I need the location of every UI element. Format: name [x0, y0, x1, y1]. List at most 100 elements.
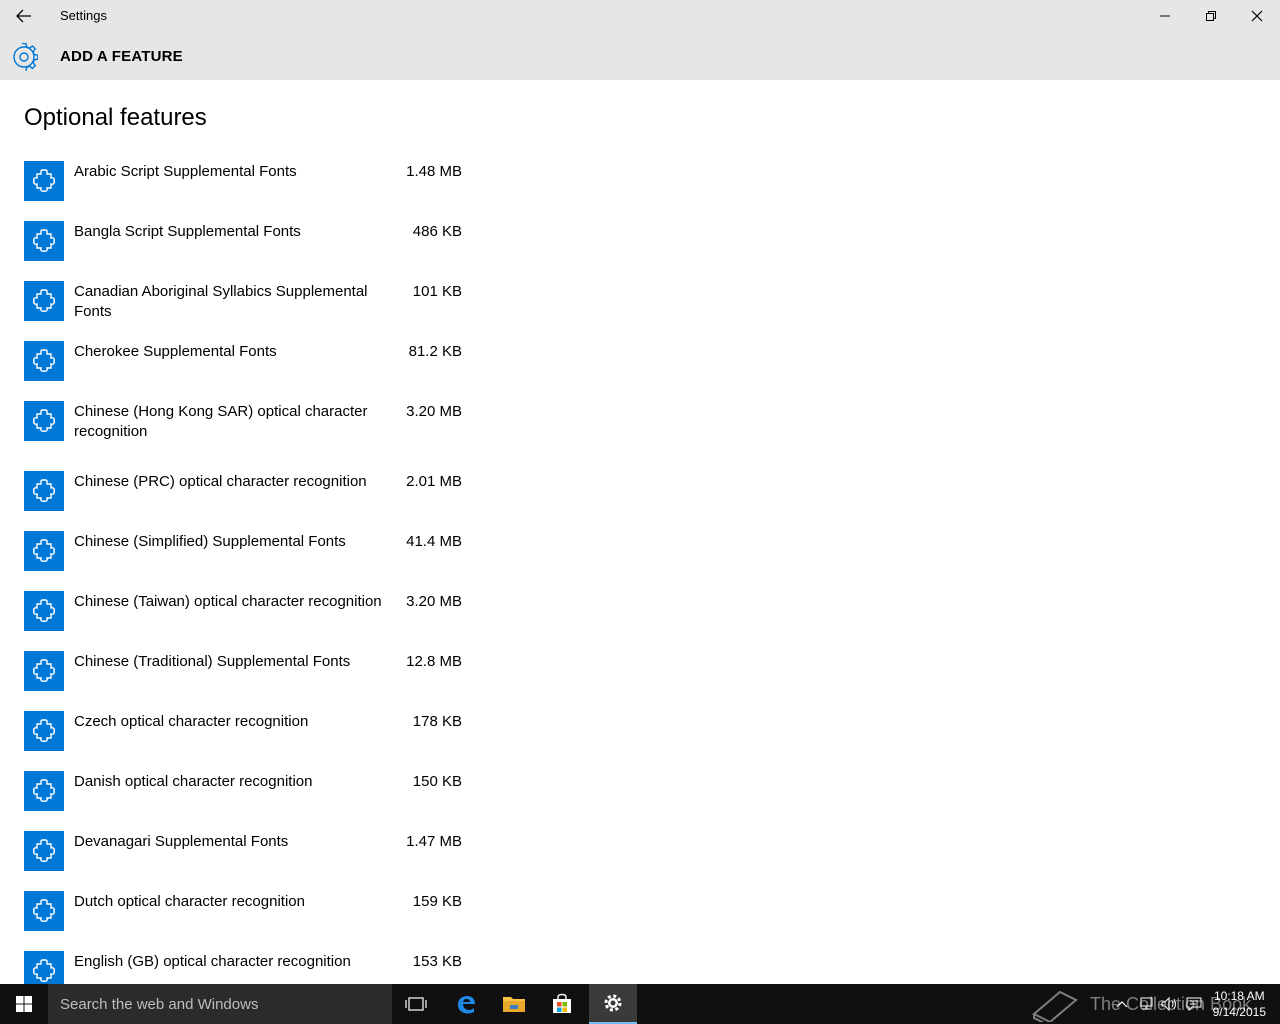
feature-name: Chinese (Taiwan) optical character recog… [74, 593, 382, 610]
task-view-icon [405, 997, 427, 1011]
main-content: Optional features Arabic Script Suppleme… [0, 80, 1280, 984]
feature-name: Devanagari Supplemental Fonts [74, 833, 289, 850]
window-title: Settings [60, 8, 107, 23]
feature-icon [24, 591, 64, 631]
page-header: ADD A FEATURE [0, 32, 1280, 80]
feature-row[interactable]: Arabic Script Supplemental Fonts 1.48 MB [24, 161, 464, 221]
feature-size: 150 KB [412, 773, 462, 790]
feature-name: Chinese (Simplified) Supplemental Fonts [74, 533, 346, 550]
puzzle-icon [33, 539, 55, 562]
puzzle-icon [33, 899, 55, 922]
network-icon [1140, 997, 1153, 1010]
feature-icon [24, 341, 64, 381]
feature-size: 486 KB [412, 223, 462, 240]
restore-icon [1206, 11, 1216, 21]
windows-logo-icon [16, 996, 32, 1012]
feature-name: Chinese (Traditional) Supplemental Fonts [74, 653, 351, 670]
feature-row[interactable]: Dutch optical character recognition 159 K… [24, 891, 464, 951]
puzzle-icon [33, 479, 55, 502]
feature-size: 101 KB [412, 283, 462, 300]
taskbar: The Collection Book 10:18 AM 9/14/2015 [0, 984, 1280, 1024]
puzzle-icon [33, 229, 55, 252]
feature-size: 1.48 MB [406, 163, 462, 180]
gear-icon [13, 43, 38, 71]
puzzle-icon [33, 289, 55, 312]
feature-row[interactable]: Chinese (Hong Kong SAR) optical characte… [24, 401, 464, 471]
feature-name: Chinese (Hong Kong SAR) optical characte… [74, 403, 368, 440]
feature-size: 3.20 MB [406, 403, 462, 420]
back-button[interactable] [8, 4, 40, 28]
feature-name: Arabic Script Supplemental Fonts [74, 163, 297, 180]
file-explorer-button[interactable] [490, 984, 538, 1024]
speaker-icon [1161, 997, 1176, 1011]
feature-row[interactable]: English (GB) optical character recogniti… [24, 951, 464, 984]
feature-row[interactable]: Czech optical character recognition 178 K… [24, 711, 464, 771]
title-bar: Settings [0, 0, 1280, 32]
feature-row[interactable]: Chinese (Taiwan) optical character recog… [24, 591, 464, 651]
feature-name: Chinese (PRC) optical character recognit… [74, 473, 367, 490]
store-button[interactable] [538, 984, 586, 1024]
feature-icon [24, 771, 64, 811]
puzzle-icon [33, 599, 55, 622]
feature-name: Canadian Aboriginal Syllabics Supplement… [74, 283, 368, 320]
puzzle-icon [33, 959, 55, 982]
feature-icon [24, 951, 64, 984]
feature-list: Arabic Script Supplemental Fonts 1.48 MB B… [24, 161, 464, 984]
feature-row[interactable]: Danish optical character recognition 150 … [24, 771, 464, 831]
restore-button[interactable] [1188, 0, 1234, 32]
feature-size: 159 KB [412, 893, 462, 910]
feature-row[interactable]: Chinese (Simplified) Supplemental Fonts 4… [24, 531, 464, 591]
feature-icon [24, 281, 64, 321]
feature-row[interactable]: Canadian Aboriginal Syllabics Supplement… [24, 281, 464, 341]
feature-size: 1.47 MB [406, 833, 462, 850]
puzzle-icon [33, 349, 55, 372]
feature-row[interactable]: Cherokee Supplemental Fonts 81.2 KB [24, 341, 464, 401]
feature-name: Czech optical character recognition [74, 713, 309, 730]
taskbar-search[interactable] [48, 984, 392, 1024]
feature-name: English (GB) optical character recogniti… [74, 953, 351, 970]
task-view-button[interactable] [392, 984, 440, 1024]
feature-row[interactable]: Bangla Script Supplemental Fonts 486 KB [24, 221, 464, 281]
start-button[interactable] [0, 984, 48, 1024]
feature-name: Cherokee Supplemental Fonts [74, 343, 277, 360]
feature-icon [24, 401, 64, 441]
page-header-title: ADD A FEATURE [60, 48, 183, 65]
notification-icon [1186, 997, 1202, 1011]
edge-button[interactable] [442, 984, 490, 1024]
puzzle-icon [33, 169, 55, 192]
puzzle-icon [33, 409, 55, 432]
feature-name: Danish optical character recognition [74, 773, 313, 790]
feature-size: 12.8 MB [406, 653, 462, 670]
feature-icon [24, 831, 64, 871]
feature-row[interactable]: Devanagari Supplemental Fonts 1.47 MB [24, 831, 464, 891]
feature-icon [24, 221, 64, 261]
feature-name: Bangla Script Supplemental Fonts [74, 223, 301, 240]
puzzle-icon [33, 839, 55, 862]
settings-taskbar-button[interactable] [589, 984, 637, 1024]
feature-row[interactable]: Chinese (Traditional) Supplemental Fonts… [24, 651, 464, 711]
clock[interactable]: 10:18 AM 9/14/2015 [1213, 988, 1266, 1020]
close-button[interactable] [1234, 0, 1280, 32]
network-button[interactable] [1134, 984, 1158, 1024]
gear-icon [604, 994, 622, 1012]
volume-button[interactable] [1158, 984, 1182, 1024]
chevron-up-icon [1116, 1001, 1128, 1008]
feature-icon [24, 161, 64, 201]
search-input[interactable] [48, 984, 392, 1024]
clock-time: 10:18 AM [1213, 989, 1265, 1003]
folder-icon [503, 997, 525, 1012]
feature-size: 3.20 MB [406, 593, 462, 610]
show-hidden-icons-button[interactable] [1110, 984, 1134, 1024]
puzzle-icon [33, 719, 55, 742]
back-arrow-icon [16, 9, 31, 23]
feature-icon [24, 711, 64, 751]
minimize-button[interactable] [1142, 0, 1188, 32]
action-center-button[interactable] [1182, 984, 1206, 1024]
puzzle-icon [33, 659, 55, 682]
store-icon [553, 993, 571, 1013]
feature-row[interactable]: Chinese (PRC) optical character recognit… [24, 471, 464, 531]
feature-icon [24, 651, 64, 691]
edge-icon [458, 996, 475, 1014]
page-title: Optional features [24, 104, 207, 131]
feature-size: 153 KB [412, 953, 462, 970]
